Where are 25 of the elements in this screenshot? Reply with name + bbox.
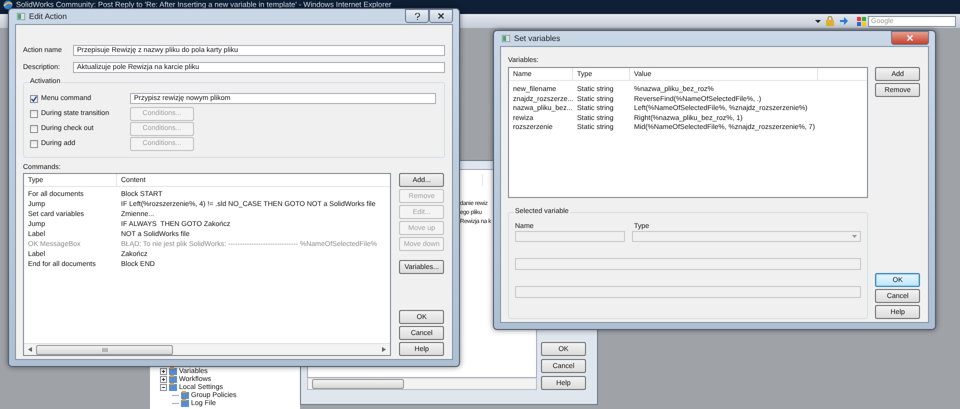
window-icon <box>17 13 25 20</box>
scroll-right-icon <box>382 347 386 352</box>
text-field[interactable] <box>515 286 862 298</box>
dialog-title: Set variables <box>514 34 560 43</box>
scrollbar[interactable] <box>24 343 390 355</box>
lock-icon <box>825 16 835 26</box>
close-icon <box>438 13 444 19</box>
help-icon <box>414 12 420 20</box>
window-icon <box>502 35 510 42</box>
scroll-left-icon <box>28 347 32 352</box>
caret-icon <box>852 235 858 238</box>
dropdown-icon <box>815 18 821 24</box>
globe-icon <box>3 0 13 10</box>
arrow-icon <box>839 16 849 26</box>
grip-icon <box>102 348 108 352</box>
check-icon <box>31 96 37 102</box>
google-icon <box>857 16 866 26</box>
close-button[interactable] <box>891 31 929 45</box>
dialog-title: Edit Action <box>29 12 67 21</box>
text-field[interactable] <box>515 258 862 270</box>
close-button[interactable] <box>429 9 453 23</box>
scrollbar[interactable] <box>307 378 537 390</box>
checkbox[interactable] <box>30 94 38 102</box>
help-button[interactable] <box>405 9 429 23</box>
close-icon <box>907 35 913 41</box>
